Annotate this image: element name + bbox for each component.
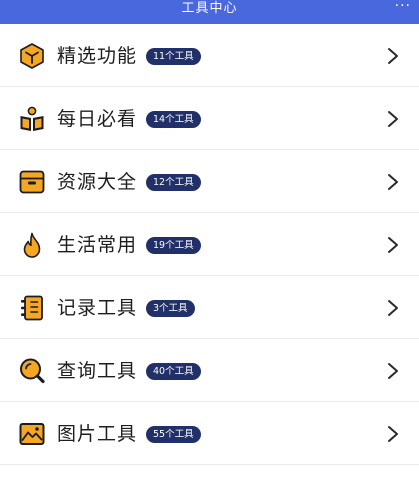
chevron-right-icon [383,46,403,66]
tool-category-list: 精选功能 11个工具 每日必看 14个工具 资源大全 12个工具 生活常用 19… [0,24,419,495]
category-row-featured[interactable]: 精选功能 11个工具 [0,24,419,87]
archive-box-icon [18,168,46,196]
tool-count-badge: 11个工具 [146,48,201,65]
tool-count-badge: 12个工具 [146,174,201,191]
chevron-right-icon [383,424,403,444]
category-label: 资源大全 [57,171,138,193]
tool-count-badge: 14个工具 [146,111,201,128]
category-row-resources[interactable]: 资源大全 12个工具 [0,150,419,213]
open-book-icon [18,105,46,133]
category-label: 图片工具 [57,423,138,445]
chevron-right-icon [383,235,403,255]
chevron-right-icon [383,109,403,129]
tool-count-badge: 40个工具 [146,363,201,380]
cube-icon [18,42,46,70]
category-label: 查询工具 [57,360,138,382]
tool-count-badge: 3个工具 [146,300,195,317]
chevron-right-icon [383,298,403,318]
category-row-image[interactable]: 图片工具 55个工具 [0,402,419,465]
page-title: 工具中心 [181,1,238,16]
more-menu-button[interactable]: ··· [395,0,411,18]
tool-count-badge: 55个工具 [146,426,201,443]
magnifier-icon [18,357,46,385]
category-row-daily[interactable]: 每日必看 14个工具 [0,87,419,150]
picture-icon [18,420,46,448]
category-label: 精选功能 [57,45,138,67]
category-row-record[interactable]: 记录工具 3个工具 [0,276,419,339]
app-header: 工具中心 ··· [0,0,419,24]
tool-count-badge: 19个工具 [146,237,201,254]
chevron-right-icon [383,172,403,192]
category-label: 生活常用 [57,234,138,256]
flame-icon [18,231,46,259]
chevron-right-icon [383,361,403,381]
category-label: 每日必看 [57,108,138,130]
notebook-icon [18,294,46,322]
category-row-daily-life[interactable]: 生活常用 19个工具 [0,213,419,276]
list-item-partial [0,465,419,495]
category-label: 记录工具 [57,297,138,319]
category-row-query[interactable]: 查询工具 40个工具 [0,339,419,402]
